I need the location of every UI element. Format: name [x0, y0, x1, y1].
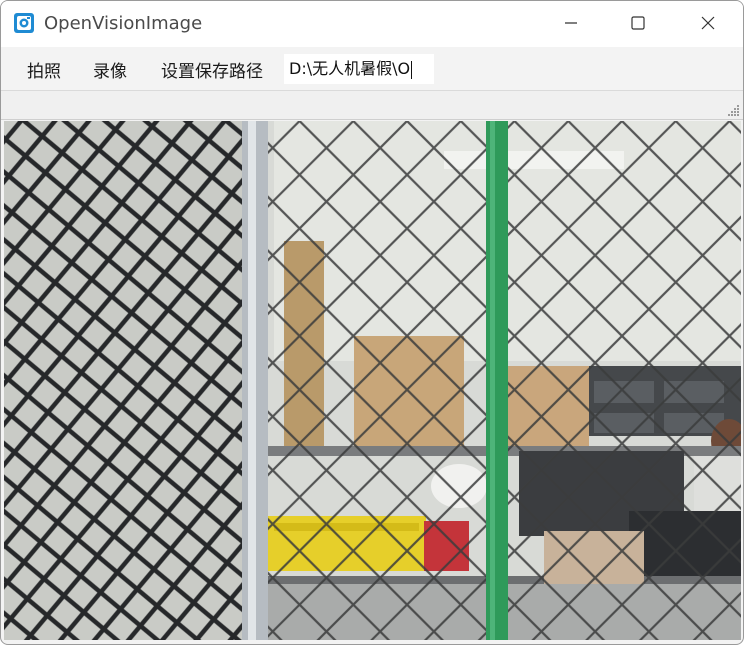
minimize-button[interactable] [536, 1, 606, 47]
status-area [1, 91, 743, 120]
record-video-button[interactable]: 录像 [81, 54, 139, 84]
set-save-path-button[interactable]: 设置保存路径 [149, 54, 275, 84]
app-window: OpenVisionImage 拍照 录像 设置保存路径 D:\无人机暑假\O [0, 0, 744, 645]
close-icon [701, 15, 715, 34]
camera-frame-image [4, 121, 741, 640]
toolbar: 拍照 录像 设置保存路径 D:\无人机暑假\O [1, 47, 743, 91]
maximize-button[interactable] [603, 1, 673, 47]
minimize-icon [564, 15, 578, 34]
close-button[interactable] [673, 1, 743, 47]
text-caret [411, 60, 413, 79]
app-camera-icon [13, 12, 35, 34]
save-path-field[interactable]: D:\无人机暑假\O [284, 54, 434, 84]
save-path-value: D:\无人机暑假\O [289, 59, 411, 78]
maximize-icon [631, 15, 645, 34]
window-title: OpenVisionImage [44, 13, 203, 34]
take-photo-button[interactable]: 拍照 [14, 54, 74, 84]
camera-preview [4, 121, 741, 640]
title-bar[interactable]: OpenVisionImage [1, 1, 743, 47]
resize-grip-icon[interactable] [726, 102, 740, 116]
